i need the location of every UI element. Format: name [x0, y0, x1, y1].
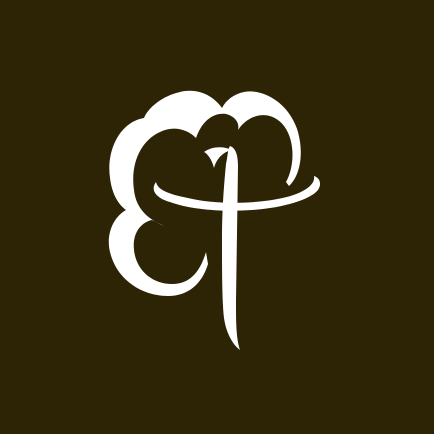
icon-background [0, 0, 434, 434]
app-icon [0, 0, 434, 434]
cloud-monogram-icon [0, 0, 434, 434]
